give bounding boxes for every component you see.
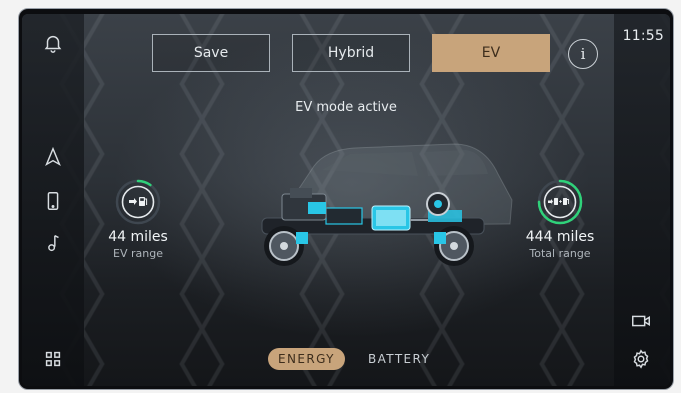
tab-battery[interactable]: BATTERY bbox=[358, 348, 440, 370]
total-range-gauge bbox=[536, 178, 584, 226]
ev-range-value: 44 miles bbox=[108, 229, 168, 245]
right-sidebar: 11:55 bbox=[614, 14, 670, 386]
hybrid-fuel-icon bbox=[548, 198, 569, 205]
electric-fuel-icon bbox=[129, 197, 148, 206]
tab-energy[interactable]: ENERGY bbox=[268, 348, 345, 370]
clock: 11:55 bbox=[622, 28, 664, 44]
ev-mode-button[interactable]: EV bbox=[432, 34, 550, 72]
vehicle-powertrain-illustration bbox=[261, 143, 513, 266]
ev-range-label: EV range bbox=[113, 247, 163, 260]
phone-icon[interactable] bbox=[42, 190, 64, 212]
apps-grid-icon[interactable] bbox=[42, 348, 64, 370]
mode-status-text: EV mode active bbox=[295, 100, 397, 115]
save-mode-button[interactable]: Save bbox=[152, 34, 270, 72]
infotainment-screen: 11:55 Save Hybrid EV i EV mode active 44… bbox=[22, 14, 670, 386]
hybrid-mode-button[interactable]: Hybrid bbox=[292, 34, 410, 72]
bell-icon[interactable] bbox=[42, 32, 64, 54]
navigation-icon[interactable] bbox=[42, 146, 64, 168]
settings-icon[interactable] bbox=[630, 348, 652, 370]
music-icon[interactable] bbox=[42, 232, 64, 254]
left-sidebar bbox=[22, 14, 84, 386]
info-button[interactable]: i bbox=[568, 39, 598, 69]
camera-icon[interactable] bbox=[630, 310, 652, 332]
ev-range-gauge bbox=[114, 178, 162, 226]
